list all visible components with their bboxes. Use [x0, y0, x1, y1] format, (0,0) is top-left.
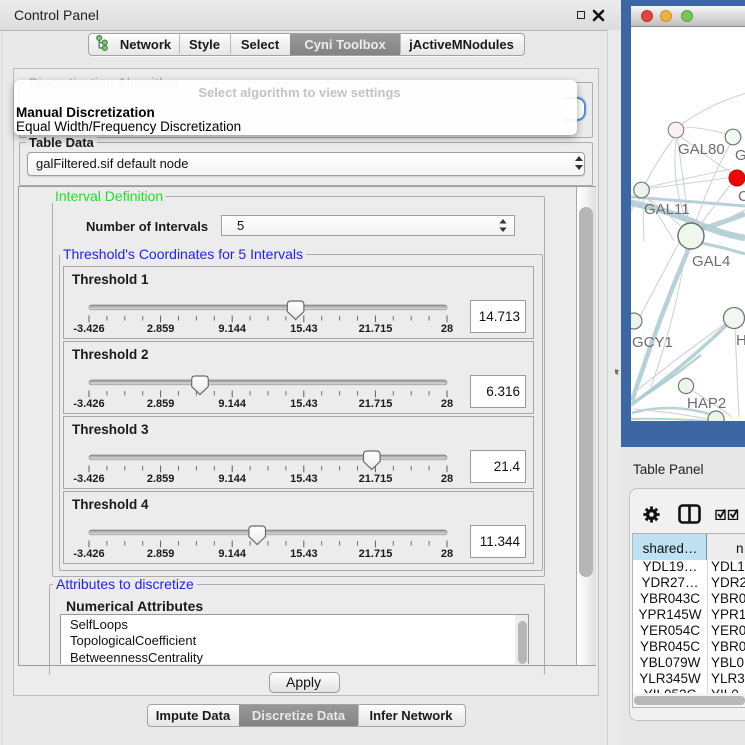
svg-text:GA: GA	[735, 147, 745, 164]
svg-text:HAP2: HAP2	[687, 395, 726, 412]
svg-text:C: C	[738, 188, 745, 205]
svg-text:GAL11: GAL11	[644, 201, 690, 218]
svg-text:GAL4: GAL4	[692, 253, 730, 270]
svg-text:GCY1: GCY1	[632, 334, 673, 351]
svg-text:GAL80: GAL80	[678, 141, 725, 158]
svg-text:H: H	[736, 332, 745, 349]
